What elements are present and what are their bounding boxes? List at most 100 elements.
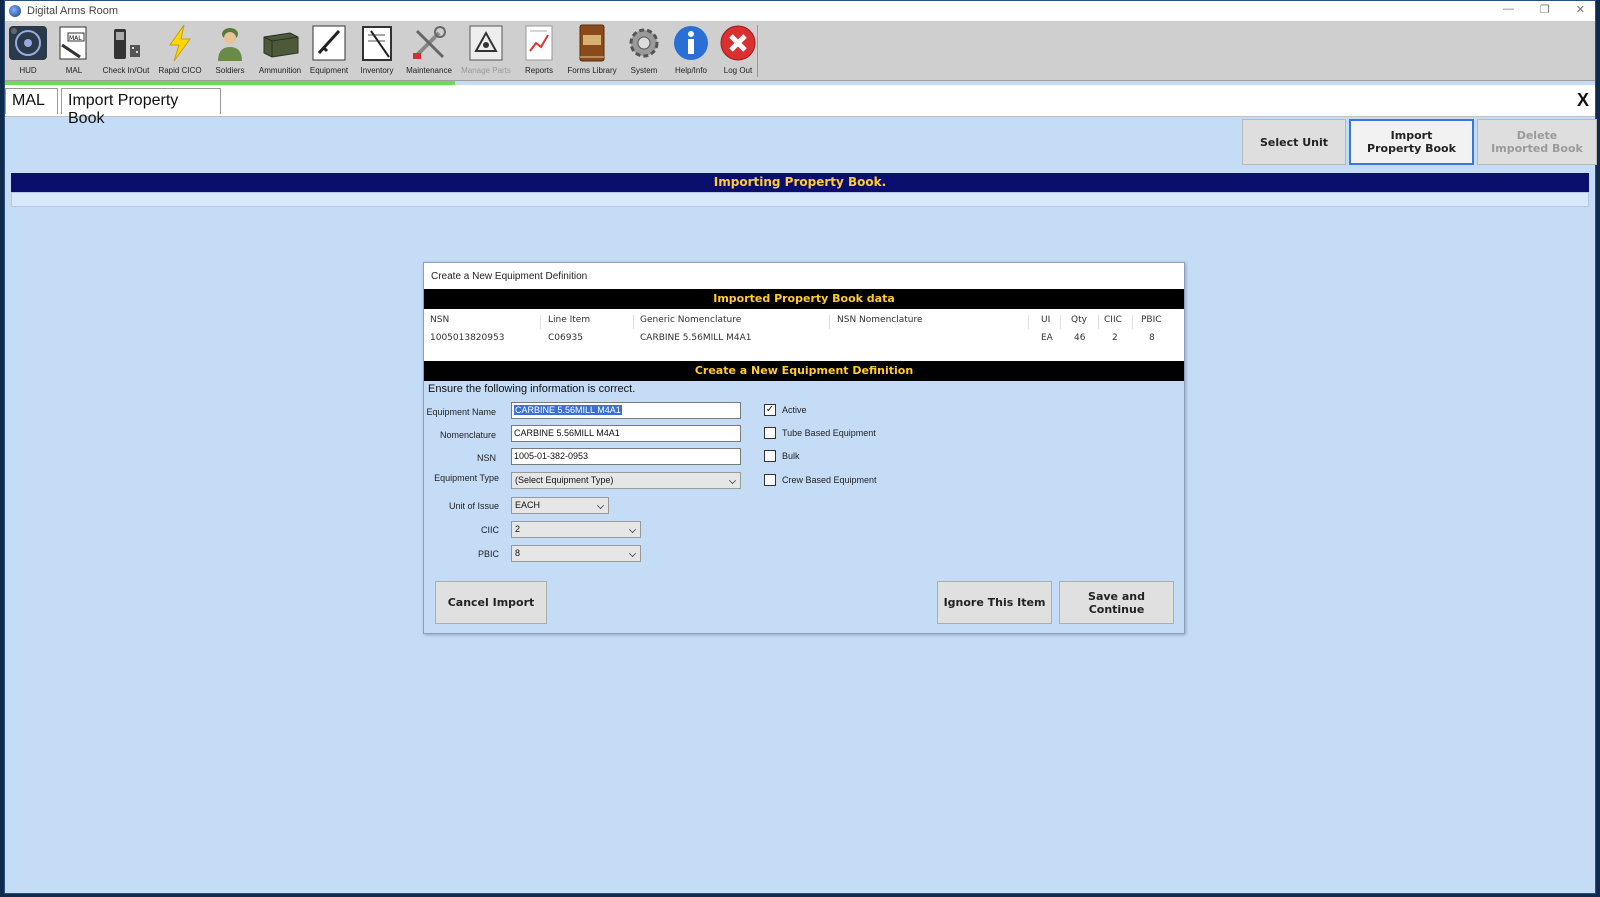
column-header: NSN Nomenclature [837,315,923,325]
toolbar-label: Manage Parts [461,66,511,75]
banner-subbar [11,192,1589,207]
parts-icon [466,23,506,63]
unit-of-issue-value: EACH [515,500,541,510]
save-and-continue-button[interactable]: Save and Continue [1059,581,1174,624]
tab-mal[interactable]: MAL [5,88,58,114]
tube-based-checkbox[interactable] [764,427,776,439]
chevron-down-icon [629,550,636,557]
toolbar-rapid-cico[interactable]: Rapid CICO [155,23,205,79]
pbic-value: 8 [515,548,521,558]
nomenclature-input[interactable]: CARBINE 5.56MILL M4A1 [511,425,741,442]
clipboard-icon [357,23,397,63]
delete-imported-book-button: Delete Imported Book [1477,119,1597,165]
import-property-book-button[interactable]: Import Property Book [1349,119,1474,165]
table-cell: 46 [1074,333,1086,343]
equipment-name-input[interactable]: CARBINE 5.56MILL M4A1 [511,402,741,419]
active-checkbox[interactable]: ✓ [764,404,776,416]
toolbar-maintenance[interactable]: Maintenance [404,23,454,79]
toolbar-label: Inventory [360,66,394,75]
toolbar-mal[interactable]: MAL MAL [49,23,99,79]
toolbar-soldiers[interactable]: Soldiers [205,23,255,79]
toolbar-label: System [630,66,658,75]
toolbar-inventory[interactable]: Inventory [352,23,402,79]
report-icon [519,23,559,63]
toolbar-manage-parts: Manage Parts [461,23,511,79]
bulk-checkbox[interactable] [764,450,776,462]
equipment-name-label: Equipment Name [426,407,496,417]
nomenclature-label: Nomenclature [439,430,496,440]
toolbar-ammunition[interactable]: Ammunition [255,23,305,79]
info-icon [671,23,711,63]
crew-based-checkbox[interactable] [764,474,776,486]
create-definition-header: Create a New Equipment Definition [424,361,1184,381]
gear-icon [624,23,664,63]
tab-bar: MAL Import Property Book X [5,85,1595,127]
column-divider [1098,315,1099,329]
tube-based-label: Tube Based Equipment [782,428,876,438]
app-logo-icon [9,5,21,17]
column-divider [633,315,634,329]
toolbar-label: Log Out [723,66,753,75]
property-book-table: NSN Line Item Generic Nomenclature NSN N… [424,309,1184,361]
tab-import-property-book[interactable]: Import Property Book [61,88,221,127]
table-cell: 8 [1149,333,1155,343]
toolbar-label: Help/Info [674,66,708,75]
restore-icon[interactable]: ❐ [1540,3,1550,16]
toolbar-label: Maintenance [406,66,452,75]
chevron-down-icon [729,477,736,484]
table-cell: CARBINE 5.56MILL M4A1 [640,333,752,343]
equipment-type-select[interactable]: (Select Equipment Type) [511,472,741,489]
toolbar-system[interactable]: System [619,23,669,79]
ciic-value: 2 [515,524,521,534]
toolbar-label: MAL [65,66,83,75]
new-equipment-dialog: Create a New Equipment Definition Import… [423,262,1185,634]
unit-of-issue-select[interactable]: EACH [511,497,609,514]
toolbar-reports[interactable]: Reports [514,23,564,79]
nsn-input[interactable]: 1005-01-382-0953 [511,448,741,465]
logout-x-icon [718,23,758,63]
hud-icon [8,23,48,63]
minimize-icon[interactable]: — [1503,3,1514,16]
column-header: Line Item [548,315,591,325]
column-header: CIIC [1104,315,1122,325]
column-header: NSN [430,315,450,325]
ignore-item-button[interactable]: Ignore This Item [937,581,1052,624]
action-bar: Select Unit Import Property Book Delete … [5,117,1597,167]
mal-icon: MAL [54,23,94,63]
table-cell: C06935 [548,333,583,343]
column-divider [829,315,830,329]
column-divider [1060,315,1061,329]
table-cell: 2 [1112,333,1118,343]
rifle-icon [309,23,349,63]
column-divider [540,315,541,329]
toolbar-label: Soldiers [215,66,245,75]
toolbar-log-out[interactable]: Log Out [713,23,763,79]
toolbar-hud[interactable]: HUD [3,23,53,79]
bulk-label: Bulk [782,451,800,461]
status-banner: Importing Property Book. [11,173,1589,192]
toolbar-forms-library[interactable]: Forms Library [567,23,617,79]
toolbar-label: HUD [19,66,37,75]
title-bar: Digital Arms Room — ❐ ✕ [5,1,1595,21]
close-tab-icon[interactable]: X [1577,90,1589,111]
close-window-icon[interactable]: ✕ [1576,3,1585,16]
select-unit-button[interactable]: Select Unit [1242,119,1346,165]
toolbar-label: Ammunition [258,66,302,75]
toolbar-help-info[interactable]: Help/Info [666,23,716,79]
toolbar-separator [757,25,758,77]
instruction-text: Ensure the following information is corr… [428,383,636,395]
pbic-select[interactable]: 8 [511,545,641,562]
toolbar-check-in-out[interactable]: Check In/Out [101,23,151,79]
book-icon [572,23,612,63]
lightning-icon [160,23,200,63]
unit-of-issue-label: Unit of Issue [448,501,499,511]
crew-based-label: Crew Based Equipment [782,475,877,485]
ammo-box-icon [260,23,300,63]
window-controls: — ❐ ✕ [1503,3,1585,16]
cancel-import-button[interactable]: Cancel Import [435,581,547,624]
equipment-type-value: (Select Equipment Type) [515,475,614,485]
ciic-select[interactable]: 2 [511,521,641,538]
toolbar-label: Reports [524,66,553,75]
toolbar-equipment[interactable]: Equipment [304,23,354,79]
table-cell: EA [1041,333,1053,343]
